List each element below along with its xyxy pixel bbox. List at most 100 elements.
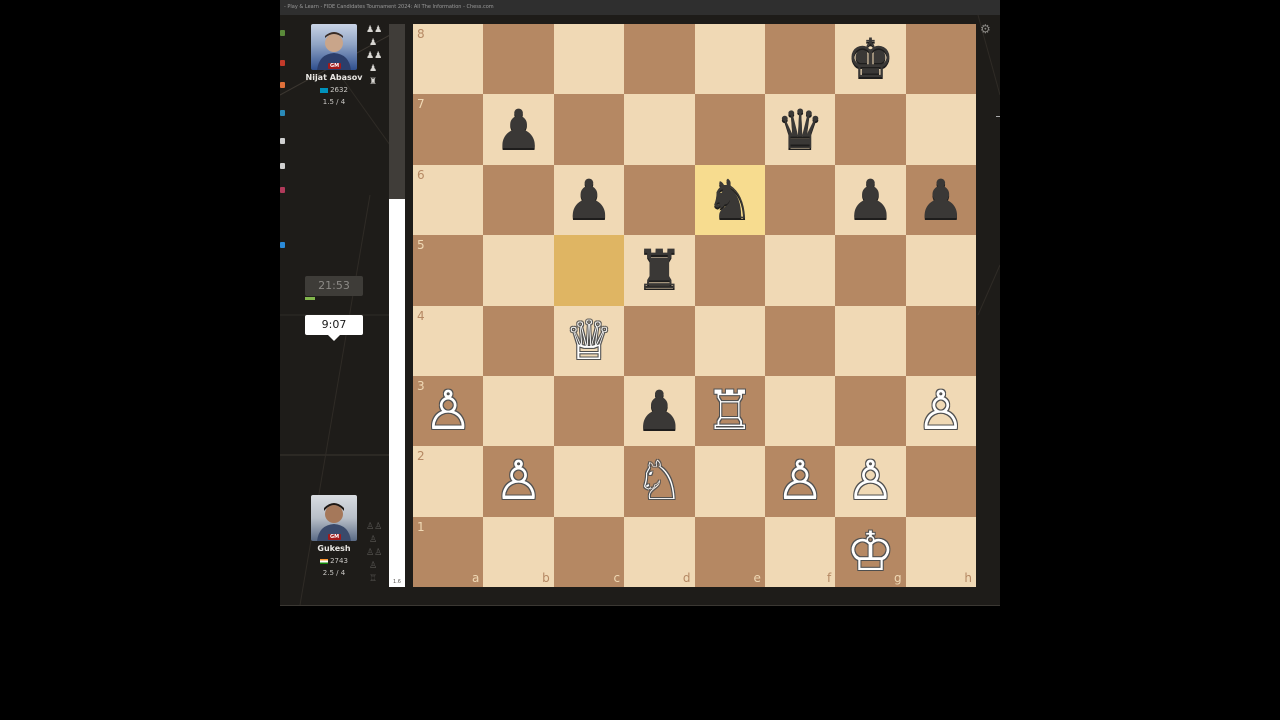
square-b2[interactable]: ♙ <box>483 446 554 517</box>
square-e4[interactable] <box>694 305 765 376</box>
white-pawn-icon[interactable]: ♙ <box>483 446 553 516</box>
square-d1[interactable]: d <box>624 516 695 587</box>
square-b4[interactable] <box>483 305 554 376</box>
square-d7[interactable] <box>624 94 695 165</box>
square-g3[interactable] <box>835 375 906 447</box>
file-label: b <box>542 571 550 585</box>
square-b1[interactable]: b <box>483 516 554 587</box>
square-h2[interactable] <box>905 446 976 517</box>
player-name[interactable]: Nijat Abasov <box>302 73 366 82</box>
square-c5[interactable] <box>553 235 625 306</box>
square-g1[interactable]: g ♔ <box>835 516 906 587</box>
square-h1[interactable]: h <box>905 516 976 587</box>
black-rook-icon[interactable]: ♜ <box>624 235 694 305</box>
black-knight-icon[interactable]: ♞ <box>695 165 765 235</box>
sidebar-icon[interactable] <box>280 110 285 116</box>
square-a6[interactable]: 6 <box>413 164 484 236</box>
black-pawn-icon[interactable]: ♟ <box>624 376 694 446</box>
square-f2[interactable]: ♙ <box>764 446 836 517</box>
square-h8[interactable] <box>905 24 976 95</box>
square-e5[interactable] <box>694 235 765 306</box>
white-king-icon[interactable]: ♔ <box>835 517 905 587</box>
square-c7[interactable] <box>553 94 625 165</box>
square-d5[interactable]: ♜ <box>624 235 695 306</box>
player-name[interactable]: Gukesh <box>302 544 366 553</box>
white-pawn-icon[interactable]: ♙ <box>413 376 483 446</box>
white-rook-icon[interactable]: ♖ <box>695 376 765 446</box>
square-e6[interactable]: ♞ <box>694 164 765 236</box>
title-badge: GM <box>328 534 342 540</box>
square-a4[interactable]: 4 <box>413 305 484 376</box>
square-c2[interactable] <box>553 446 625 517</box>
square-d2[interactable]: ♘ <box>624 446 695 517</box>
square-d6[interactable] <box>624 164 695 236</box>
black-queen-icon[interactable]: ♛ <box>765 94 835 164</box>
white-queen-icon[interactable]: ♕ <box>554 306 624 376</box>
square-f8[interactable] <box>764 24 836 95</box>
avatar[interactable]: GM <box>311 24 357 70</box>
square-f3[interactable] <box>764 375 836 447</box>
black-king-icon[interactable]: ♚ <box>835 24 905 94</box>
square-d4[interactable] <box>624 305 695 376</box>
rating-value: 2632 <box>330 86 348 94</box>
sidebar-icon[interactable] <box>280 163 285 169</box>
square-g8[interactable]: ♚ <box>835 24 906 95</box>
square-f6[interactable] <box>764 164 836 236</box>
square-a7[interactable]: 7 <box>413 94 484 165</box>
square-b7[interactable]: ♟ <box>483 94 554 165</box>
sidebar-icon[interactable] <box>280 138 285 144</box>
square-f1[interactable]: f <box>764 516 836 587</box>
square-g6[interactable]: ♟ <box>835 164 906 236</box>
evaluation-bar[interactable]: 1.6 <box>389 24 405 587</box>
square-e2[interactable] <box>694 446 765 517</box>
chess-board[interactable]: 8 ♚ 7 ♟ ♛ 6 ♟ ♞ ♟ ♟ 5 ♜ 4 ♕ 3 ♙ ♟ ♖ ♙ 2 ♙ ♘ ♙ ♙ 1 a b c d e f g ♔ h <box>413 24 976 587</box>
white-pawn-icon[interactable]: ♙ <box>835 446 905 516</box>
sidebar-icon[interactable] <box>280 242 285 248</box>
square-e3[interactable]: ♖ <box>694 375 765 447</box>
square-h3[interactable]: ♙ <box>905 375 976 447</box>
square-c1[interactable]: c <box>553 516 625 587</box>
sidebar-icon[interactable] <box>280 82 285 88</box>
sidebar-icon[interactable] <box>280 30 285 36</box>
square-a3[interactable]: 3 ♙ <box>413 375 484 447</box>
square-e1[interactable]: e <box>694 516 765 587</box>
black-pawn-icon[interactable]: ♟ <box>906 165 976 235</box>
square-c6[interactable]: ♟ <box>553 164 625 236</box>
square-a2[interactable]: 2 <box>413 446 484 517</box>
square-g7[interactable] <box>835 94 906 165</box>
square-d8[interactable] <box>624 24 695 95</box>
sidebar-icon[interactable] <box>280 187 285 193</box>
black-pawn-icon[interactable]: ♟ <box>835 165 905 235</box>
square-f5[interactable] <box>764 235 836 306</box>
square-d3[interactable]: ♟ <box>624 375 695 447</box>
square-g5[interactable] <box>835 235 906 306</box>
square-h5[interactable] <box>905 235 976 306</box>
square-b5[interactable] <box>483 235 554 306</box>
square-g4[interactable] <box>835 305 906 376</box>
square-f7[interactable]: ♛ <box>764 94 836 165</box>
gear-icon[interactable]: ⚙ <box>980 22 991 36</box>
square-e8[interactable] <box>694 24 765 95</box>
sidebar-icon[interactable] <box>280 60 285 66</box>
square-b3[interactable] <box>483 375 554 447</box>
square-f4[interactable] <box>764 305 836 376</box>
white-pawn-icon[interactable]: ♙ <box>906 376 976 446</box>
square-h6[interactable]: ♟ <box>905 164 976 236</box>
square-h7[interactable] <box>905 94 976 165</box>
square-c8[interactable] <box>553 24 625 95</box>
square-c4[interactable]: ♕ <box>553 305 625 376</box>
square-b6[interactable] <box>483 164 554 236</box>
white-knight-icon[interactable]: ♘ <box>624 446 694 516</box>
square-b8[interactable] <box>483 24 554 95</box>
square-a1[interactable]: 1a <box>413 516 484 587</box>
black-pawn-icon[interactable]: ♟ <box>554 165 624 235</box>
square-g2[interactable]: ♙ <box>835 446 906 517</box>
white-pawn-icon[interactable]: ♙ <box>765 446 835 516</box>
square-h4[interactable] <box>905 305 976 376</box>
square-e7[interactable] <box>694 94 765 165</box>
square-a8[interactable]: 8 <box>413 24 484 95</box>
square-c3[interactable] <box>553 375 625 447</box>
avatar[interactable]: GM <box>311 495 357 541</box>
square-a5[interactable]: 5 <box>413 235 484 306</box>
black-pawn-icon[interactable]: ♟ <box>483 94 553 164</box>
